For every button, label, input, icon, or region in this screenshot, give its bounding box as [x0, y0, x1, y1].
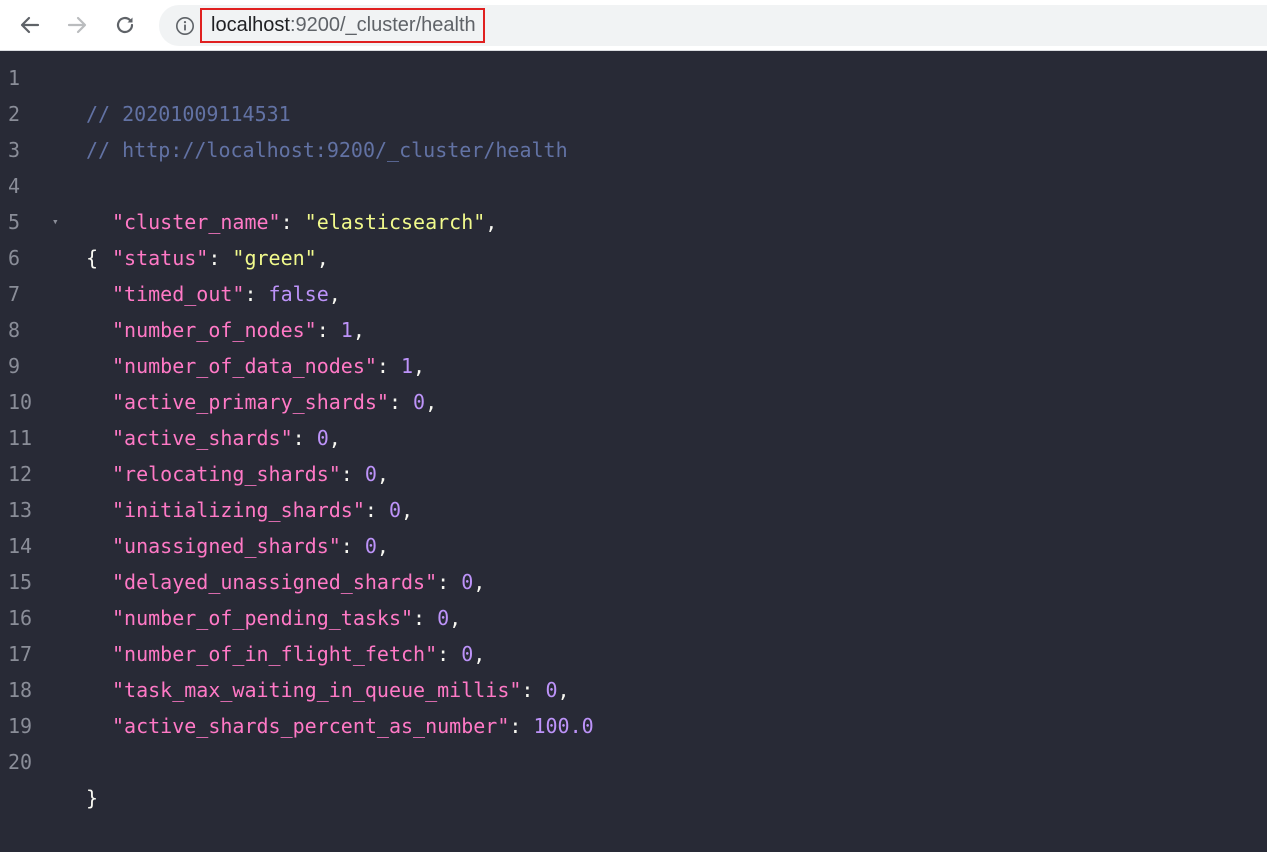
json-comma: , — [485, 210, 498, 234]
json-field: "active_shards_percent_as_number": 100.0 — [112, 714, 594, 738]
json-comma: , — [401, 498, 414, 522]
json-field: "number_of_pending_tasks": 0, — [112, 606, 462, 630]
line-number: 16 — [8, 606, 33, 630]
close-brace: } — [86, 786, 99, 810]
json-viewer: 1 2 3 4 5 6 7 8 9 10 11 12 13 14 15 16 17 18 19 20 // 20201… — [0, 51, 1267, 810]
url-highlight-box[interactable]: localhost:9200/_cluster/health — [200, 8, 485, 43]
json-field: "number_of_in_flight_fetch": 0, — [112, 642, 486, 666]
json-comma: , — [473, 642, 486, 666]
json-key: "active_primary_shards" — [112, 390, 389, 414]
code-line: // http://localhost:9200/_cluster/health — [0, 96, 568, 162]
arrow-left-icon — [20, 16, 40, 34]
json-value: false — [268, 282, 329, 306]
json-field: "number_of_data_nodes": 1, — [112, 354, 426, 378]
code-line: // 20201009114531 — [0, 60, 291, 126]
json-comma: , — [328, 426, 341, 450]
json-key: "number_of_nodes" — [112, 318, 317, 342]
json-value: 0 — [461, 642, 474, 666]
json-value: "green" — [232, 246, 317, 270]
json-key: "task_max_waiting_in_queue_millis" — [112, 678, 522, 702]
json-field: "active_primary_shards": 0, — [112, 390, 438, 414]
json-comma: , — [473, 570, 486, 594]
address-bar[interactable]: localhost:9200/_cluster/health — [159, 5, 1267, 46]
json-key: "relocating_shards" — [112, 462, 341, 486]
json-key: "number_of_data_nodes" — [112, 354, 377, 378]
info-icon[interactable] — [175, 16, 195, 36]
json-value: 100.0 — [533, 714, 594, 738]
line-number: 19 — [8, 714, 33, 738]
json-value: 0 — [545, 678, 558, 702]
json-comma: , — [376, 462, 389, 486]
json-comma: , — [328, 282, 341, 306]
forward-button[interactable] — [61, 9, 93, 41]
line-number: 10 — [8, 390, 33, 414]
reload-icon — [116, 16, 134, 34]
json-field: "status": "green", — [112, 246, 329, 270]
url-host: localhost — [211, 14, 290, 36]
json-field: "cluster_name": "elasticsearch", — [112, 210, 498, 234]
json-value: 0 — [316, 426, 329, 450]
json-field: "task_max_waiting_in_queue_millis": 0, — [112, 678, 570, 702]
json-key: "number_of_pending_tasks" — [112, 606, 414, 630]
json-value: 0 — [364, 462, 377, 486]
code-line: ▾ { — [0, 168, 98, 270]
json-value: 0 — [364, 534, 377, 558]
open-brace: { — [86, 246, 99, 270]
json-value: 0 — [413, 390, 426, 414]
url-path: :9200/_cluster/health — [289, 14, 476, 36]
json-key: "active_shards_percent_as_number" — [112, 714, 510, 738]
json-key: "status" — [112, 246, 209, 270]
json-field: "timed_out": false, — [112, 282, 341, 306]
line-number: 12 — [8, 462, 33, 486]
browser-toolbar: localhost:9200/_cluster/health — [0, 0, 1267, 51]
json-comma: , — [557, 678, 570, 702]
back-button[interactable] — [14, 9, 46, 41]
line-number: 15 — [8, 570, 33, 594]
json-value: 1 — [401, 354, 414, 378]
json-comma: , — [376, 534, 389, 558]
json-key: "initializing_shards" — [112, 498, 365, 522]
line-number: 18 — [8, 678, 33, 702]
code-line: } — [0, 744, 98, 810]
json-value: 1 — [340, 318, 353, 342]
json-key: "number_of_in_flight_fetch" — [112, 642, 438, 666]
json-value: "elasticsearch" — [304, 210, 486, 234]
json-field: "initializing_shards": 0, — [112, 498, 414, 522]
json-key: "unassigned_shards" — [112, 534, 341, 558]
reload-button[interactable] — [109, 9, 141, 41]
comment-url: // http://localhost:9200/_cluster/health — [86, 138, 568, 162]
json-comma: , — [413, 354, 426, 378]
fold-toggle-icon[interactable]: ▾ — [52, 204, 59, 240]
line-number: 17 — [8, 642, 33, 666]
json-field: "unassigned_shards": 0, — [112, 534, 389, 558]
json-key: "timed_out" — [112, 282, 245, 306]
json-field: "active_shards": 0, — [112, 426, 341, 450]
json-comma: , — [449, 606, 462, 630]
comment-timestamp: // 20201009114531 — [86, 102, 291, 126]
line-number: 8 — [8, 318, 21, 342]
json-key: "active_shards" — [112, 426, 293, 450]
json-key: "cluster_name" — [112, 210, 281, 234]
json-value: 0 — [388, 498, 402, 522]
line-number: 11 — [8, 426, 33, 450]
json-comma: , — [352, 318, 365, 342]
json-comma: , — [425, 390, 438, 414]
json-value: 0 — [437, 606, 450, 630]
json-field: "number_of_nodes": 1, — [112, 318, 365, 342]
json-field: "delayed_unassigned_shards": 0, — [112, 570, 486, 594]
line-number: 9 — [8, 354, 21, 378]
arrow-right-icon — [67, 16, 87, 34]
line-number: 13 — [8, 498, 33, 522]
line-number: 14 — [8, 534, 33, 558]
json-comma: , — [316, 246, 329, 270]
json-field: "relocating_shards": 0, — [112, 462, 389, 486]
json-value: 0 — [461, 570, 474, 594]
json-key: "delayed_unassigned_shards" — [112, 570, 438, 594]
